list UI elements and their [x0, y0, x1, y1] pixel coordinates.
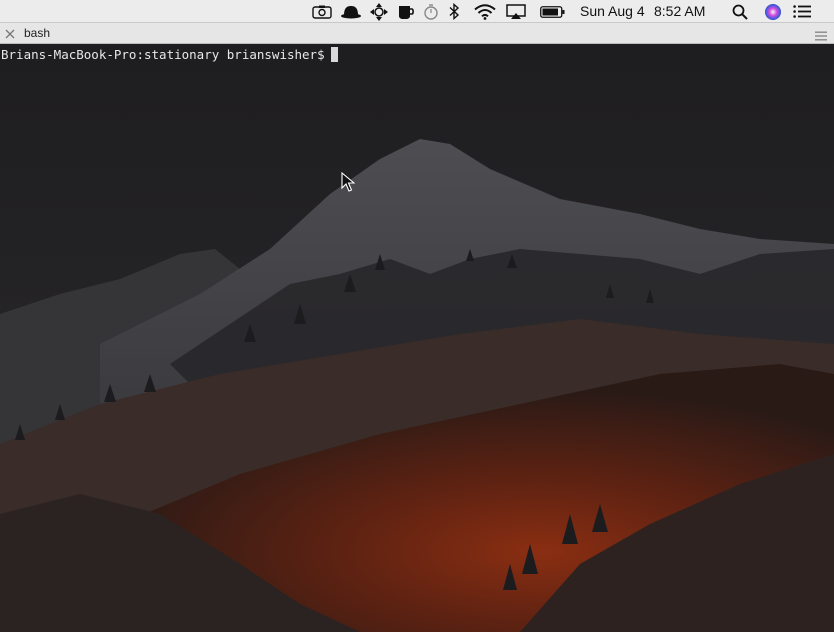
menu-bar: Sun Aug 4 8:52 AM: [0, 0, 834, 23]
screen-record-icon[interactable]: [311, 2, 333, 21]
mountain-wallpaper-background: [0, 44, 834, 632]
tab-menu-icon[interactable]: [815, 28, 827, 41]
hat-icon[interactable]: [340, 2, 362, 21]
text-cursor: [330, 47, 338, 62]
notification-center-icon[interactable]: [791, 2, 813, 21]
airplay-icon[interactable]: [505, 2, 527, 21]
terminal-prompt[interactable]: Brians-MacBook-Pro:stationary brianswish…: [1, 47, 338, 62]
wifi-icon[interactable]: [473, 2, 497, 21]
terminal-tab-bar: bash: [0, 23, 834, 44]
terminal-window[interactable]: Brians-MacBook-Pro:stationary brianswish…: [0, 44, 834, 632]
timer-icon[interactable]: [422, 2, 440, 21]
mouse-pointer-icon: [341, 171, 356, 197]
coffee-mug-icon[interactable]: [396, 2, 416, 21]
prompt-text: Brians-MacBook-Pro:stationary brianswish…: [1, 47, 325, 62]
menubar-clock[interactable]: 8:52 AM: [654, 3, 705, 20]
menubar-date[interactable]: Sun Aug 4: [580, 3, 645, 20]
tab-title[interactable]: bash: [24, 26, 50, 40]
spotlight-search-icon[interactable]: [730, 2, 750, 21]
battery-icon[interactable]: [539, 2, 565, 21]
move-arrows-icon[interactable]: [369, 2, 389, 21]
bluetooth-icon[interactable]: [445, 2, 463, 21]
close-tab-icon[interactable]: [4, 27, 16, 39]
siri-icon[interactable]: [763, 2, 783, 21]
